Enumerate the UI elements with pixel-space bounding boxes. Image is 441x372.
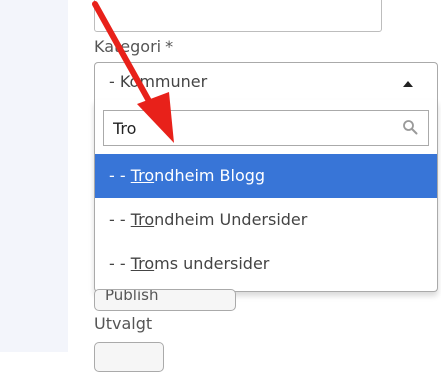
category-label: Kategori *: [94, 37, 173, 56]
option-prefix: - -: [109, 254, 131, 273]
category-select-value: - Kommuner: [109, 72, 208, 91]
required-mark: *: [165, 37, 174, 56]
option-match: Tro: [130, 254, 155, 273]
status-select-value: Publish: [105, 289, 159, 304]
option-rest: ndheim Blogg: [154, 166, 266, 185]
featured-label: Utvalgt: [94, 314, 153, 333]
option-prefix: - -: [109, 210, 131, 229]
dropdown-option[interactable]: - - Trondheim Blogg: [95, 154, 437, 198]
dropdown-option[interactable]: - - Troms undersider: [95, 242, 437, 286]
dropdown-options: - - Trondheim Blogg - - Trondheim Unders…: [95, 154, 437, 286]
dropdown-option[interactable]: - - Trondheim Undersider: [95, 198, 437, 242]
option-prefix: - -: [109, 166, 131, 185]
category-dropdown: - - Trondheim Blogg - - Trondheim Unders…: [94, 100, 438, 292]
option-rest: ms undersider: [154, 254, 270, 273]
dropdown-search-input[interactable]: [104, 111, 394, 145]
dropdown-search-box[interactable]: [103, 110, 429, 146]
previous-text-field[interactable]: [94, 0, 382, 32]
category-select[interactable]: - Kommuner: [94, 62, 438, 100]
option-match: Tro: [130, 166, 155, 185]
featured-select[interactable]: [94, 342, 164, 372]
chevron-up-icon[interactable]: [403, 81, 413, 87]
sidebar-background: [0, 0, 68, 352]
option-match: Tro: [130, 210, 155, 229]
category-label-text: Kategori: [94, 37, 162, 56]
option-rest: ndheim Undersider: [154, 210, 308, 229]
status-select[interactable]: Publish: [94, 289, 236, 311]
search-icon: [403, 120, 418, 135]
